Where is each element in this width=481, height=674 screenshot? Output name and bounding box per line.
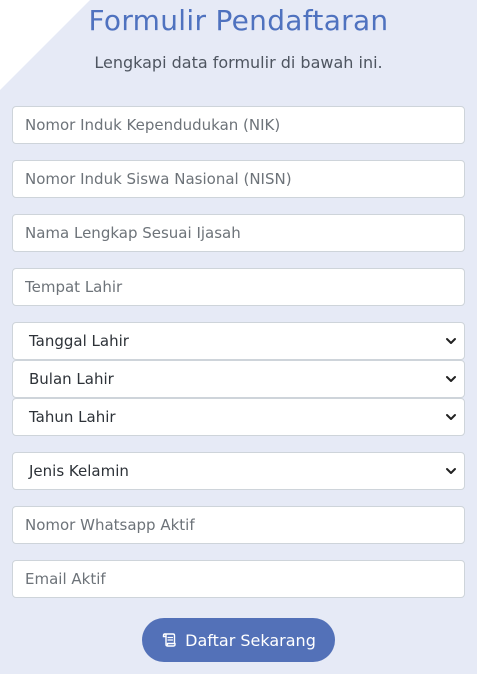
chevron-down-icon	[446, 468, 456, 474]
chevron-down-icon	[446, 376, 456, 382]
birth-year-select[interactable]: Tahun Lahir	[12, 398, 465, 436]
email-input[interactable]	[12, 560, 465, 598]
register-button-label: Daftar Sekarang	[185, 630, 316, 650]
whatsapp-input[interactable]	[12, 506, 465, 544]
nik-input[interactable]	[12, 106, 465, 144]
birthplace-input[interactable]	[12, 268, 465, 306]
register-button[interactable]: Daftar Sekarang	[142, 618, 335, 662]
chevron-down-icon	[446, 414, 456, 420]
gender-select[interactable]: Jenis Kelamin	[12, 452, 465, 490]
birth-day-select-value: Tanggal Lahir	[29, 332, 129, 350]
birth-month-select[interactable]: Bulan Lahir	[12, 360, 465, 398]
nisn-input[interactable]	[12, 160, 465, 198]
form-title: Formulir Pendaftaran	[88, 4, 389, 37]
birth-year-select-value: Tahun Lahir	[29, 408, 116, 426]
form-subtitle: Lengkapi data formulir di bawah ini.	[94, 53, 383, 72]
panel-edge	[477, 0, 481, 674]
chevron-down-icon	[446, 338, 456, 344]
scroll-icon	[162, 633, 176, 647]
full-name-input[interactable]	[12, 214, 465, 252]
gender-select-value: Jenis Kelamin	[29, 462, 129, 480]
birth-day-select[interactable]: Tanggal Lahir	[12, 322, 465, 360]
birth-month-select-value: Bulan Lahir	[29, 370, 114, 388]
